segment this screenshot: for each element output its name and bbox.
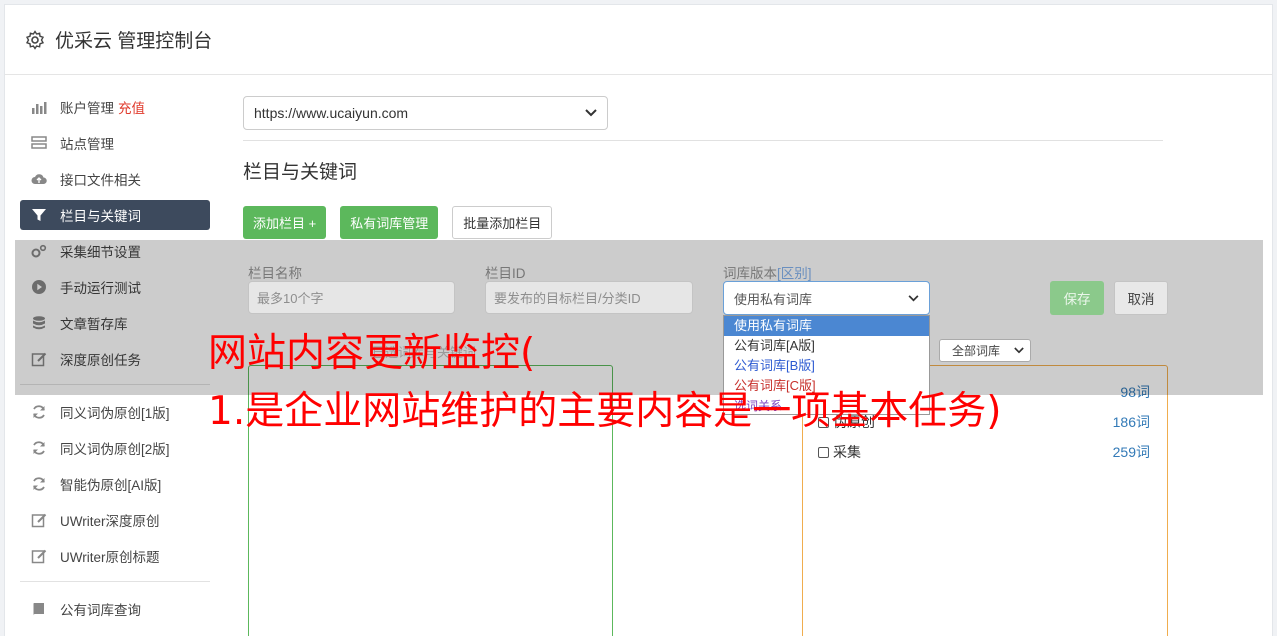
sidebar-item-uwriter-deep[interactable]: UWriter深度原创 xyxy=(20,505,210,535)
recharge-link[interactable]: 充值 xyxy=(118,97,145,117)
save-button[interactable]: 保存 xyxy=(1050,281,1104,315)
cloud-upload-icon xyxy=(31,174,47,184)
sidebar-item-interface[interactable]: 接口文件相关 xyxy=(20,164,210,194)
refresh-icon xyxy=(33,405,45,419)
form-overlay xyxy=(15,240,1263,395)
chevron-down-icon xyxy=(908,294,919,301)
sidebar-item-label: 同义词伪原创[2版] xyxy=(60,442,170,457)
refresh-icon xyxy=(33,477,45,491)
annotation-line-2: 1.是企业网站维护的主要内容是一项基本任务) xyxy=(208,389,1002,434)
dropdown-option[interactable]: 公有词库[B版] xyxy=(724,356,929,376)
book-icon xyxy=(33,603,44,616)
refresh-icon xyxy=(33,441,45,455)
batch-add-button[interactable]: 批量添加栏目 xyxy=(452,206,553,239)
sidebar-item-label: 接口文件相关 xyxy=(60,173,141,188)
sidebar-item-label: 账户管理 xyxy=(60,101,114,116)
chevron-down-icon xyxy=(585,109,597,117)
gear-icon xyxy=(25,29,45,50)
column-id-input[interactable]: 要发布的目标栏目/分类ID xyxy=(485,281,693,314)
word-count: 259词 xyxy=(1112,444,1150,460)
sidebar-item-columns[interactable]: 栏目与关键词 xyxy=(20,200,210,230)
checkbox[interactable] xyxy=(818,447,829,458)
sidebar-item-ai-rewrite[interactable]: 智能伪原创[AI版] xyxy=(20,469,210,499)
bar-chart-icon xyxy=(32,102,47,114)
sidebar-item-label: 智能伪原创[AI版] xyxy=(60,478,162,493)
add-column-button[interactable]: 添加栏目 + xyxy=(243,206,327,239)
sidebar-item-synonym-v1[interactable]: 同义词伪原创[1版] xyxy=(20,397,210,427)
header: 优采云 管理控制台 xyxy=(5,5,1272,75)
private-lib-button[interactable]: 私有词库管理 xyxy=(340,206,439,239)
edit-icon xyxy=(31,549,47,564)
main-content: https://www.ucaiyun.com 栏目与关键词 添加栏目 + 私有… xyxy=(243,96,1163,239)
sidebar-item-label: 公有词库查询 xyxy=(60,603,141,618)
sidebar-item-uwriter-title[interactable]: UWriter原创标题 xyxy=(20,541,210,571)
dropdown-option[interactable]: 使用私有词库 xyxy=(724,316,929,336)
chevron-down-icon xyxy=(1014,347,1024,354)
sidebar-item-synonym-v2[interactable]: 同义词伪原创[2版] xyxy=(20,433,210,463)
server-icon xyxy=(31,136,47,149)
sidebar-item-public-lib[interactable]: 公有词库查询 xyxy=(20,594,210,624)
sidebar-divider xyxy=(20,581,210,582)
column-name-input[interactable]: 最多10个字 xyxy=(248,281,455,314)
sidebar-item-label: 站点管理 xyxy=(60,137,114,152)
word-count: 186词 xyxy=(1112,414,1150,430)
sidebar-item-label: 栏目与关键词 xyxy=(60,209,141,224)
sidebar-item-sites[interactable]: 站点管理 xyxy=(20,128,210,158)
site-select[interactable]: https://www.ucaiyun.com xyxy=(243,96,608,130)
difference-link[interactable]: [区别] xyxy=(777,266,812,281)
list-item[interactable]: 采集 259词 xyxy=(818,442,1150,462)
annotation-line-1: 网站内容更新监控( xyxy=(208,331,536,376)
filter-icon xyxy=(32,209,46,221)
lib-version-select[interactable]: 使用私有词库 xyxy=(723,281,930,315)
lib-version-label: 词库版本[区别] xyxy=(723,266,812,281)
sidebar-item-account[interactable]: 账户管理 充值 xyxy=(20,92,210,122)
lib-filter-select[interactable]: 全部词库 xyxy=(939,339,1031,362)
site-select-value: https://www.ucaiyun.com xyxy=(254,105,409,121)
lib-version-value: 使用私有词库 xyxy=(734,291,813,307)
column-name-label: 栏目名称 xyxy=(248,266,302,281)
column-id-label: 栏目ID xyxy=(485,266,526,281)
sidebar-item-label: UWriter原创标题 xyxy=(60,550,160,565)
app-title: 优采云 管理控制台 xyxy=(55,31,213,52)
sidebar-item-label: UWriter深度原创 xyxy=(60,514,160,529)
cancel-button[interactable]: 取消 xyxy=(1114,281,1168,315)
divider xyxy=(243,140,1163,141)
section-title: 栏目与关键词 xyxy=(243,162,358,183)
dropdown-option[interactable]: 公有词库[A版] xyxy=(724,336,929,356)
edit-icon xyxy=(31,513,47,528)
sidebar-item-label: 同义词伪原创[1版] xyxy=(60,406,170,421)
